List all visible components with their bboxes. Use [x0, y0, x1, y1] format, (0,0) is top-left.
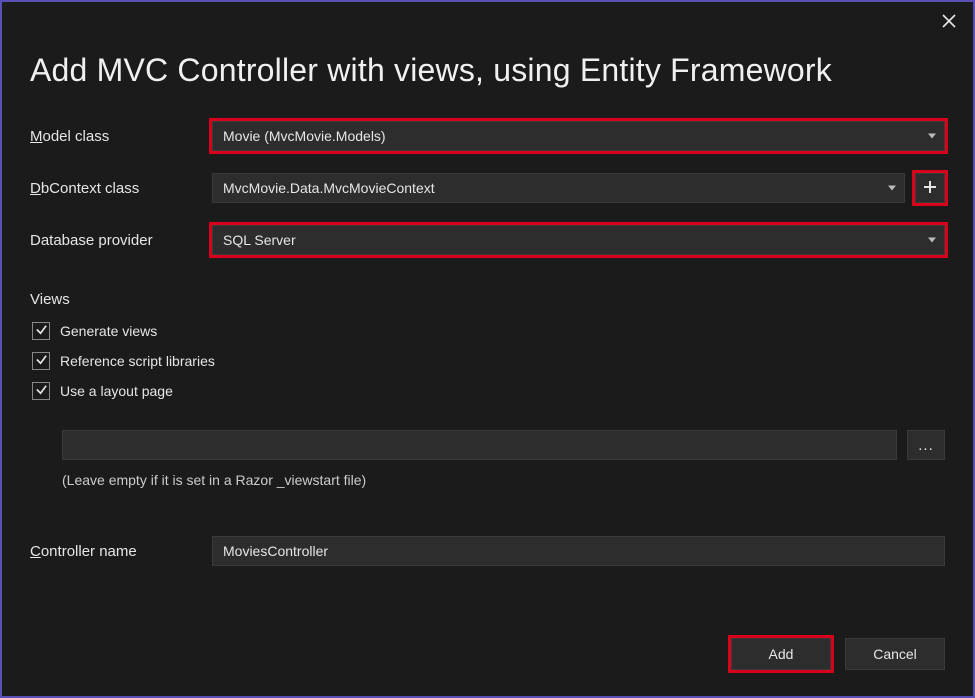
layout-hint: (Leave empty if it is set in a Razor _vi… [62, 472, 945, 488]
dbcontext-value: MvcMovie.Data.MvcMovieContext [223, 180, 435, 196]
reference-scripts-label: Reference script libraries [60, 353, 215, 369]
generate-views-checkbox[interactable] [32, 322, 50, 340]
row-model-class: Model class Movie (MvcMovie.Models) [30, 121, 945, 151]
database-provider-dropdown[interactable]: SQL Server [212, 225, 945, 255]
check-icon [35, 323, 48, 339]
check-icon [35, 353, 48, 369]
views-section-label: Views [30, 291, 945, 308]
model-class-value: Movie (MvcMovie.Models) [223, 128, 386, 144]
use-layout-label: Use a layout page [60, 383, 173, 399]
chevron-down-icon [928, 238, 936, 243]
label-controller-name: Controller name [30, 543, 212, 560]
checkbox-generate-views: Generate views [32, 322, 945, 340]
add-button[interactable]: Add [731, 638, 831, 670]
use-layout-checkbox[interactable] [32, 382, 50, 400]
browse-layout-button[interactable]: ... [907, 430, 945, 460]
model-class-dropdown[interactable]: Movie (MvcMovie.Models) [212, 121, 945, 151]
reference-scripts-checkbox[interactable] [32, 352, 50, 370]
controller-name-input[interactable] [212, 536, 945, 566]
cancel-button[interactable]: Cancel [845, 638, 945, 670]
plus-icon [923, 180, 937, 197]
dialog-title: Add MVC Controller with views, using Ent… [30, 52, 945, 89]
row-database-provider: Database provider SQL Server [30, 225, 945, 255]
chevron-down-icon [928, 134, 936, 139]
layout-path-row: ... [62, 430, 945, 460]
checkbox-reference-scripts: Reference script libraries [32, 352, 945, 370]
add-dbcontext-button[interactable] [915, 173, 945, 203]
row-dbcontext-class: DbContext class MvcMovie.Data.MvcMovieCo… [30, 173, 945, 203]
label-dbcontext-class: DbContext class [30, 180, 212, 197]
layout-path-input[interactable] [62, 430, 897, 460]
label-database-provider: Database provider [30, 232, 212, 249]
close-button[interactable] [935, 8, 963, 36]
dialog-button-row: Add Cancel [30, 638, 945, 676]
generate-views-label: Generate views [60, 323, 157, 339]
dbcontext-dropdown[interactable]: MvcMovie.Data.MvcMovieContext [212, 173, 905, 203]
row-controller-name: Controller name [30, 536, 945, 566]
dialog-root: Add MVC Controller with views, using Ent… [2, 2, 973, 696]
check-icon [35, 383, 48, 399]
label-model-class: Model class [30, 128, 212, 145]
database-provider-value: SQL Server [223, 232, 296, 248]
checkbox-use-layout: Use a layout page [32, 382, 945, 400]
close-icon [942, 14, 956, 31]
chevron-down-icon [888, 186, 896, 191]
